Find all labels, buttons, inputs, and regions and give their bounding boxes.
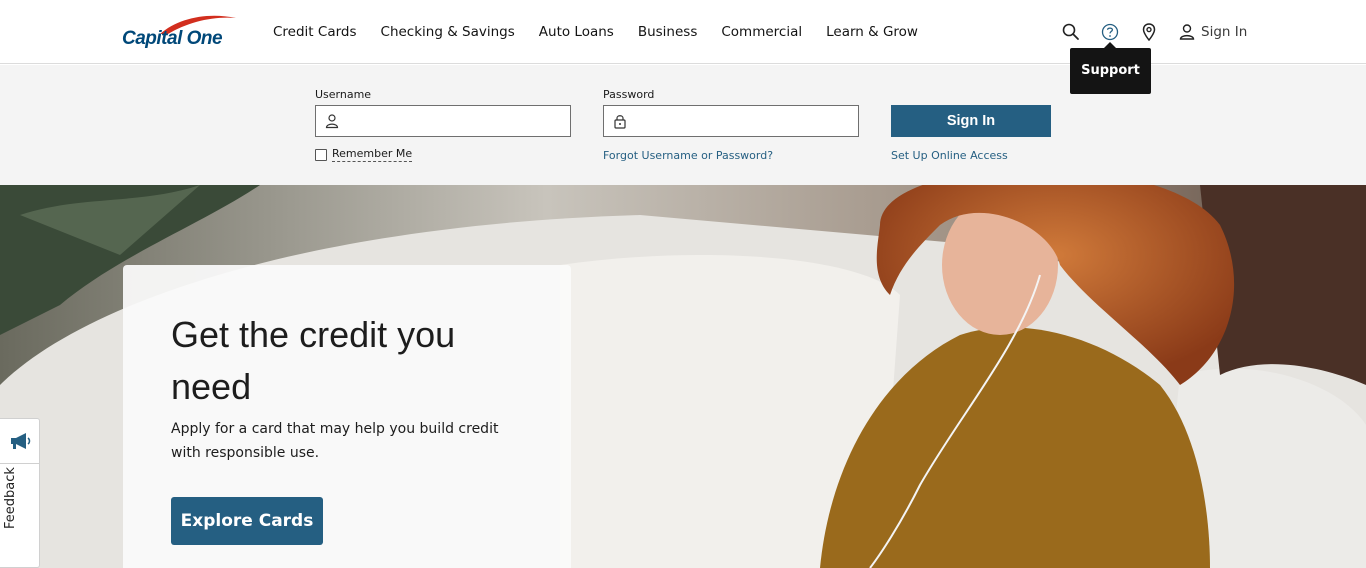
hero-subtitle: Apply for a card that may help you build… bbox=[171, 421, 499, 461]
hero-title: Get the credit you need bbox=[171, 314, 456, 407]
logo-text: Capital One bbox=[122, 28, 223, 49]
forgot-credentials-link[interactable]: Forgot Username or Password? bbox=[603, 149, 773, 162]
password-input[interactable] bbox=[634, 106, 854, 136]
login-bar: Username Password Sign In Remember Me Fo… bbox=[0, 65, 1366, 185]
feedback-tab[interactable]: Feedback bbox=[0, 418, 40, 568]
feedback-divider bbox=[0, 463, 39, 464]
setup-online-access-link[interactable]: Set Up Online Access bbox=[891, 149, 1008, 162]
location-icon[interactable] bbox=[1139, 22, 1159, 42]
username-field[interactable] bbox=[315, 105, 571, 137]
megaphone-icon bbox=[11, 433, 31, 449]
hero-card: Get the credit you need Apply for a card… bbox=[123, 265, 571, 568]
support-tooltip: Support bbox=[1070, 42, 1151, 94]
site-header: Capital One Credit Cards Checking & Savi… bbox=[0, 0, 1366, 64]
sign-in-button[interactable]: Sign In bbox=[891, 105, 1051, 137]
user-icon bbox=[325, 114, 339, 129]
help-icon[interactable] bbox=[1100, 22, 1120, 42]
nav-auto-loans[interactable]: Auto Loans bbox=[539, 24, 614, 40]
remember-me-label: Remember Me bbox=[332, 147, 413, 162]
nav-credit-cards[interactable]: Credit Cards bbox=[273, 24, 357, 40]
feedback-label: Feedback bbox=[3, 467, 18, 529]
main-nav: Credit Cards Checking & Savings Auto Loa… bbox=[273, 24, 942, 40]
capital-one-logo[interactable]: Capital One bbox=[122, 14, 238, 54]
remember-me[interactable]: Remember Me bbox=[315, 147, 413, 162]
search-icon[interactable] bbox=[1061, 22, 1081, 42]
nav-learn-grow[interactable]: Learn & Grow bbox=[826, 24, 918, 40]
nav-commercial[interactable]: Commercial bbox=[721, 24, 802, 40]
nav-business[interactable]: Business bbox=[638, 24, 698, 40]
user-icon[interactable] bbox=[1177, 22, 1197, 42]
nav-checking-savings[interactable]: Checking & Savings bbox=[381, 24, 515, 40]
username-label: Username bbox=[315, 88, 372, 101]
username-input[interactable] bbox=[346, 106, 566, 136]
hero-banner: Get the credit you need Apply for a card… bbox=[0, 185, 1366, 568]
explore-cards-button[interactable]: Explore Cards bbox=[171, 497, 323, 545]
password-label: Password bbox=[603, 88, 655, 101]
header-sign-in-link[interactable]: Sign In bbox=[1201, 24, 1247, 40]
lock-icon bbox=[614, 115, 626, 129]
remember-me-checkbox[interactable] bbox=[315, 148, 327, 161]
password-field[interactable] bbox=[603, 105, 859, 137]
